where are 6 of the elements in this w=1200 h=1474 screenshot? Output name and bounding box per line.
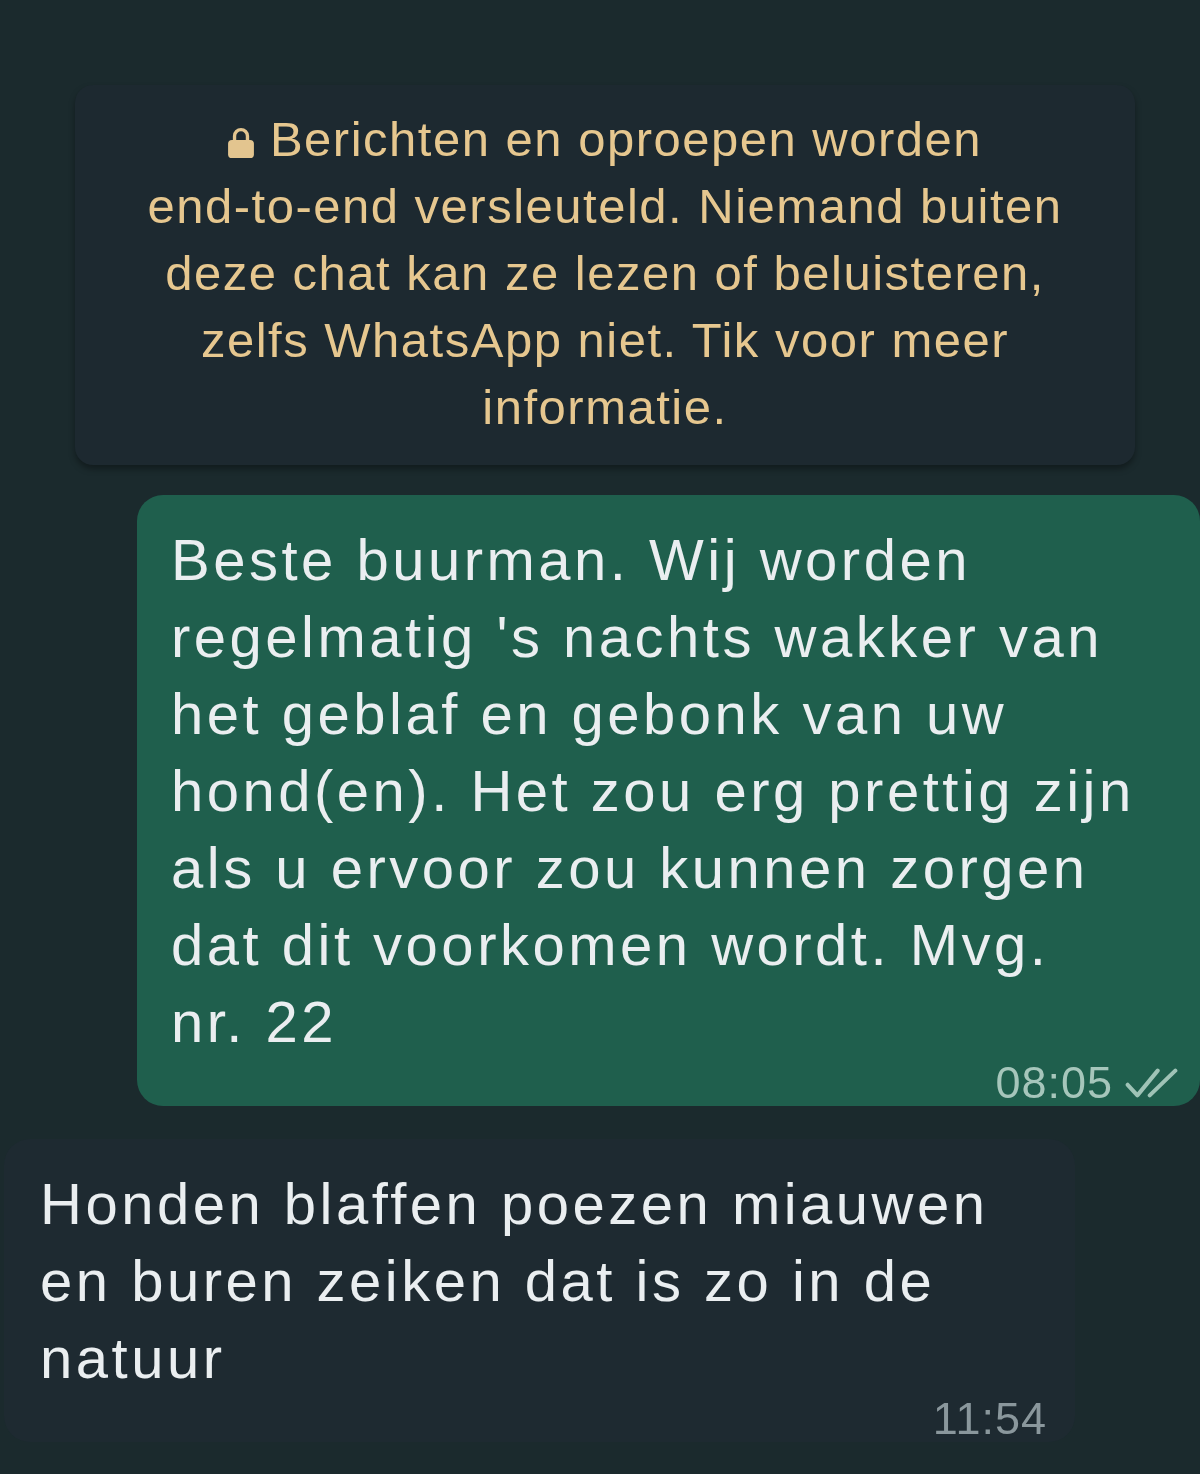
lock-icon [227,126,254,158]
message-time: 11:54 [932,1396,1047,1442]
message-text: Honden blaffen poezen miauwen en buren zeiken dat is zo in de natuur [40,1170,990,1392]
message-text: Beste buurman. Wij worden regelmatig 's nachts wakker van het geblaf en gebonk van uw hond(en). Het zou erg prettig zijn als u ervoor zou kunnen zorgen dat dit voorkomen wordt. Mvg. nr. 22 [171,526,1136,1056]
encryption-notice[interactable]: Berichten en oproepen worden end-to-end versleuteld. Niemand buiten deze chat kan ze lezen of beluisteren, zelfs WhatsApp niet. Tik voor meer informatie. [75,85,1135,465]
message-time: 08:05 [995,1060,1113,1106]
